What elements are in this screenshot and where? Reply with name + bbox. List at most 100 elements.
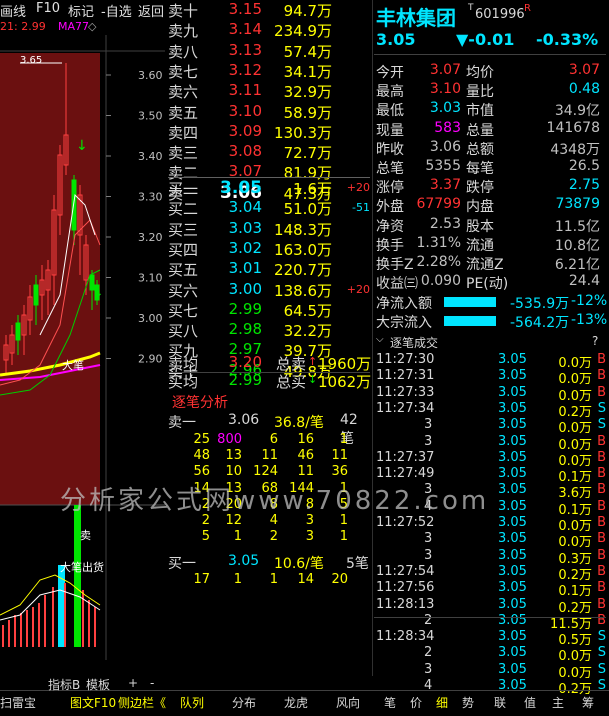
ask-volume: 32.9万 [283, 83, 332, 102]
ask-row[interactable]: 卖四 3.09 130.3万 [168, 122, 370, 142]
bid-row[interactable]: 买五 3.01 220.7万 [168, 259, 370, 279]
tab-value[interactable]: 值 [524, 694, 536, 711]
ask-price: 3.14 [228, 20, 262, 39]
kline-chart[interactable]: 3.60 3.50 3.40 3.30 3.20 3.10 3.00 2.90 3.65 大笔… [0, 35, 165, 660]
tab-distribution[interactable]: 分布 [232, 694, 256, 711]
quote-value: 3.37 [429, 177, 461, 194]
quote-label: 总笔 [376, 161, 404, 177]
bid-row[interactable]: 买六 3.00 138.6万 +20 [168, 280, 370, 300]
tab-queue[interactable]: 队列 [180, 694, 204, 711]
trade-time: 3 [424, 547, 433, 563]
tab-chips[interactable]: 筹 [582, 694, 594, 711]
quote-label: 总额 [466, 141, 494, 158]
trade-price: 3.05 [498, 368, 527, 384]
tab-trend[interactable]: 势 [462, 694, 474, 711]
sell-header-price: 3.06 [228, 412, 260, 428]
net-inflow-label: 净流入额 [376, 296, 432, 312]
trades-title[interactable]: 逐笔成交 [390, 334, 438, 351]
quote-value: 583 [434, 119, 461, 136]
trade-price: 3.05 [498, 433, 527, 449]
ask-price: 3.12 [228, 60, 262, 79]
sell-grid-cell: 124 [253, 464, 278, 480]
tab-indicator-b[interactable]: 指标B [48, 676, 80, 693]
ask-row[interactable]: 卖七 3.12 34.1万 [168, 61, 370, 81]
ask-row[interactable]: 卖三 3.08 72.7万 [168, 142, 370, 162]
trade-price: 3.05 [498, 466, 527, 482]
bid-volume: 138.6万 [274, 281, 332, 300]
ma-label: MA77 [58, 20, 90, 33]
toolbar-back[interactable]: 返回 [138, 1, 164, 20]
trade-side: B [597, 368, 606, 384]
bid-price: 2.98 [228, 320, 262, 339]
quote-label: 流通Z [466, 257, 504, 273]
toolbar-draw[interactable]: 画线 [0, 1, 26, 20]
buy-grid-cell: 1 [233, 572, 242, 587]
ask-label: 卖八 [168, 42, 199, 61]
tab-minus[interactable]: - [150, 676, 154, 690]
sub-bar [32, 607, 34, 647]
trade-side: B [597, 596, 606, 612]
trade-row: 2 3.05 11.5万 B [376, 613, 606, 632]
sub-bar [88, 600, 90, 647]
ask-row[interactable]: 卖五 3.10 58.9万 [168, 102, 370, 122]
quote-value: 34.9亿 [554, 103, 600, 120]
tab-plus[interactable]: + [128, 676, 138, 690]
tab-detail[interactable]: 细 [436, 694, 448, 711]
ask-label: 卖十 [168, 2, 199, 20]
trade-side: B [597, 531, 606, 547]
tab-tick[interactable]: 笔 [384, 694, 396, 711]
toolbar-watchlist[interactable]: -自选 [101, 1, 132, 20]
tab-dragon-tiger[interactable]: 龙虎 [284, 694, 308, 711]
tab-linked[interactable]: 联 [494, 694, 506, 711]
trade-row: 11:27:54 3.05 0.2万 B [376, 564, 606, 583]
bid-volume: 148.3万 [274, 220, 332, 239]
toolbar-f10[interactable]: F10 [36, 1, 60, 16]
buy-header-price: 3.05 [228, 553, 260, 569]
quote-value: 73879 [555, 196, 600, 213]
bid-volume: 1.6万 [293, 180, 332, 198]
toolbar-mark[interactable]: 标记 [68, 1, 94, 20]
tab-wind[interactable]: 风向 [336, 694, 360, 711]
bid-row[interactable]: 买三 3.03 148.3万 [168, 219, 370, 239]
ask-row[interactable]: 卖八 3.13 57.4万 [168, 41, 370, 61]
tab-template[interactable]: 模板 [86, 676, 110, 693]
tab-main[interactable]: 主 [552, 694, 564, 711]
y-tick-label: 3.10 [138, 272, 163, 285]
quote-label: 内盘 [466, 199, 494, 216]
quote-label: 今开 [376, 65, 404, 81]
bid-row[interactable]: 买一 3.05 1.6万 +20 [168, 178, 370, 198]
bid-row[interactable]: 买八 2.98 32.2万 [168, 320, 370, 340]
bid-row[interactable]: 买二 3.04 51.0万 -51 [168, 198, 370, 218]
quote-value: 0.090 [420, 273, 461, 290]
trade-row: 3 3.05 0.0万 B [376, 531, 606, 550]
tab-f10[interactable]: 图文F10 [70, 694, 116, 711]
sell-grid-cell: 11 [261, 448, 278, 464]
ask-row[interactable]: 卖六 3.11 32.9万 [168, 81, 370, 101]
ask-row[interactable]: 卖九 3.14 234.9万 [168, 20, 370, 40]
down-arrow-icon: ↓ [76, 138, 88, 154]
tick-analysis-title[interactable]: 逐笔分析 [172, 392, 228, 412]
bid-row[interactable]: 买七 2.99 64.5万 [168, 300, 370, 320]
sub-bars [2, 505, 96, 647]
current-price: 3.05 [376, 30, 416, 49]
tab-price[interactable]: 价 [410, 694, 422, 711]
chevron-down-icon[interactable]: ⌵ [376, 334, 384, 345]
bid-row[interactable]: 买四 3.02 163.0万 [168, 239, 370, 259]
tab-sidebar[interactable]: 侧边栏《 [118, 694, 166, 711]
sub-label-2: 大笔出货 [60, 560, 104, 574]
ask-row[interactable]: 卖十 3.15 94.7万 [168, 0, 370, 20]
quote-value: 26.5 [568, 158, 600, 174]
sub-bar [14, 615, 16, 647]
down-arrow-icon: ↓ [92, 285, 104, 301]
quote-label: 最低 [376, 103, 404, 120]
trade-price: 3.05 [498, 629, 527, 645]
quote-label: 换手 [376, 237, 404, 254]
tab-minesweeper[interactable]: 扫雷宝 [0, 694, 36, 711]
help-icon[interactable]: ? [592, 334, 598, 348]
ask-volume: 130.3万 [274, 123, 332, 142]
up-arrow-icon: ↑ [308, 355, 318, 368]
ask-volume: 72.7万 [283, 144, 332, 163]
y-axis-ticks: 3.60 3.50 3.40 3.30 3.20 3.10 3.00 2.90 [106, 69, 163, 366]
quote-row: 最低 3.03 市值 34.9亿 [376, 100, 606, 120]
stock-name: 丰林集团 [376, 6, 456, 30]
